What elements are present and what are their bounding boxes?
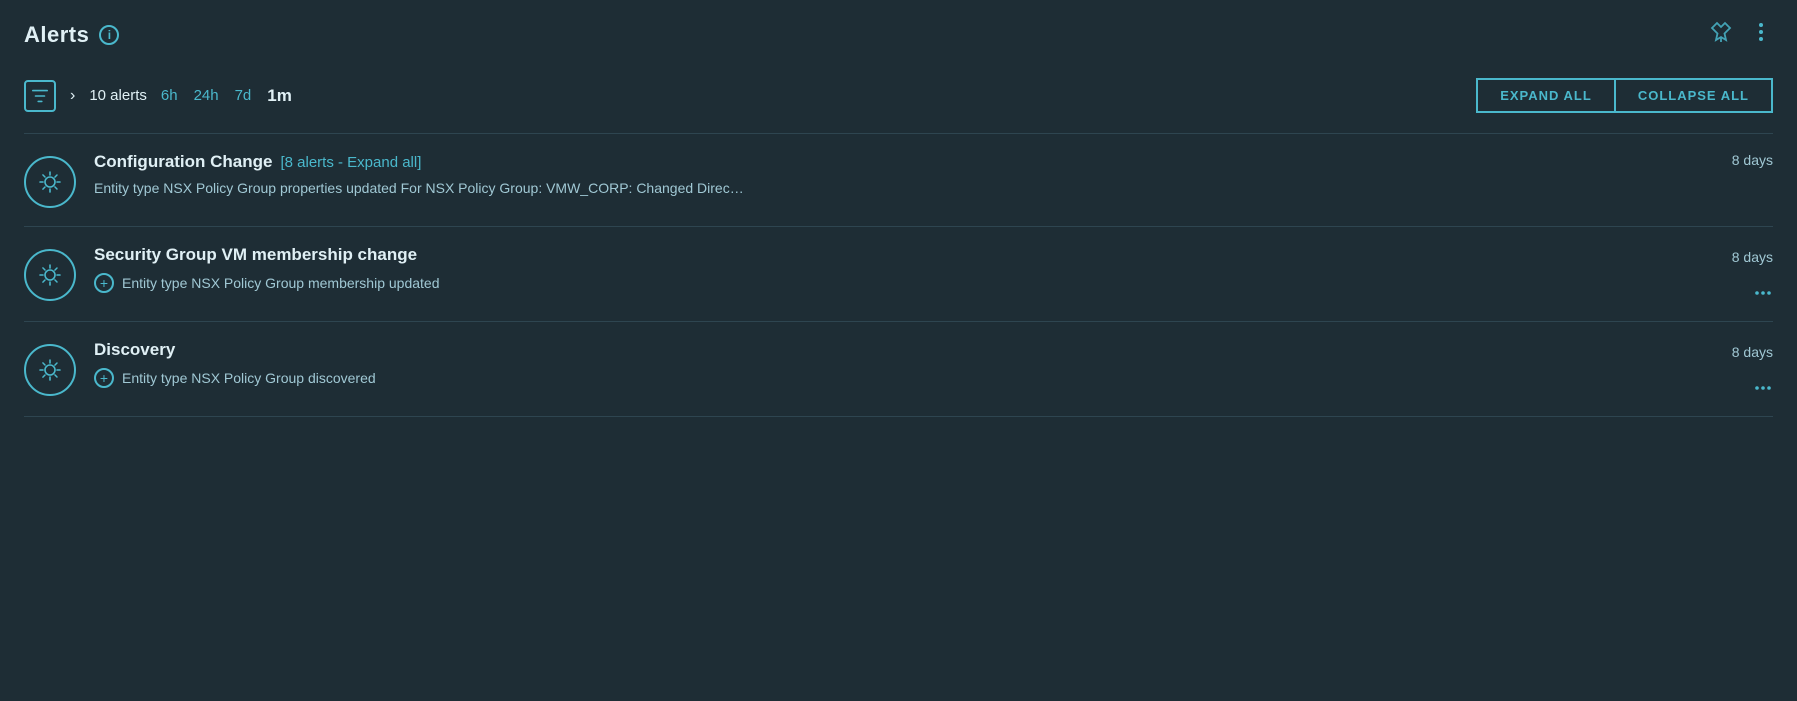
alert-count: 10 alerts (89, 87, 147, 104)
time-filters: 6h 24h 7d 1m (161, 86, 292, 106)
time-filter-1m[interactable]: 1m (267, 86, 292, 106)
alert-content-security-group: Security Group VM membership change + En… (94, 245, 1655, 293)
alert-sub-config-change[interactable]: [8 alerts - Expand all] (280, 154, 421, 171)
alert-description-config-change: Entity type NSX Policy Group properties … (94, 180, 1655, 196)
alert-item-security-group: Security Group VM membership change + En… (24, 227, 1773, 322)
alert-more-security-group[interactable] (1753, 283, 1773, 303)
alert-item-discovery: Discovery + Entity type NSX Policy Group… (24, 322, 1773, 417)
toolbar-right: EXPAND ALL COLLAPSE ALL (1476, 78, 1773, 113)
alert-title-config-change: Configuration Change (94, 152, 272, 172)
alert-title-row-config-change: Configuration Change [8 alerts - Expand … (94, 152, 1655, 172)
header-more-icon[interactable] (1749, 20, 1773, 50)
expand-icon-security-group[interactable]: + (94, 273, 114, 293)
alert-right-discovery: 8 days (1673, 340, 1773, 398)
alert-more-discovery[interactable] (1753, 378, 1773, 398)
alert-right-security-group: 8 days (1673, 245, 1773, 303)
header-left: Alerts i (24, 22, 119, 48)
pin-icon[interactable] (1709, 20, 1733, 50)
alert-description-discovery: + Entity type NSX Policy Group discovere… (94, 368, 1655, 388)
alert-list: Configuration Change [8 alerts - Expand … (24, 133, 1773, 417)
time-filter-6h[interactable]: 6h (161, 87, 178, 104)
alert-title-security-group: Security Group VM membership change (94, 245, 417, 265)
panel-title: Alerts (24, 22, 89, 48)
alert-content-discovery: Discovery + Entity type NSX Policy Group… (94, 340, 1655, 388)
alert-icon-discovery (24, 344, 76, 396)
filter-button[interactable] (24, 80, 56, 112)
header-right (1709, 20, 1773, 50)
alert-time-discovery: 8 days (1732, 344, 1773, 360)
alerts-panel: Alerts i (0, 0, 1797, 701)
alert-icon-config-change (24, 156, 76, 208)
toolbar-left: › 10 alerts 6h 24h 7d 1m (24, 80, 292, 112)
info-icon[interactable]: i (99, 25, 119, 45)
collapse-all-button[interactable]: COLLAPSE ALL (1615, 78, 1773, 113)
alert-icon-security-group (24, 249, 76, 301)
alert-right-config-change: 8 days (1673, 152, 1773, 168)
toolbar: › 10 alerts 6h 24h 7d 1m EXPAND ALL COLL… (24, 78, 1773, 113)
alert-content-config-change: Configuration Change [8 alerts - Expand … (94, 152, 1655, 196)
time-filter-7d[interactable]: 7d (235, 87, 252, 104)
alert-item-config-change: Configuration Change [8 alerts - Expand … (24, 133, 1773, 227)
panel-header: Alerts i (24, 20, 1773, 50)
alert-time-security-group: 8 days (1732, 249, 1773, 265)
alert-title-row-security-group: Security Group VM membership change (94, 245, 1655, 265)
expand-icon-discovery[interactable]: + (94, 368, 114, 388)
alert-time-config-change: 8 days (1732, 152, 1773, 168)
alert-title-row-discovery: Discovery (94, 340, 1655, 360)
expand-all-button[interactable]: EXPAND ALL (1476, 78, 1615, 113)
alert-description-security-group: + Entity type NSX Policy Group membershi… (94, 273, 1655, 293)
alert-title-discovery: Discovery (94, 340, 175, 360)
expand-arrow[interactable]: › (70, 87, 75, 105)
time-filter-24h[interactable]: 24h (194, 87, 219, 104)
